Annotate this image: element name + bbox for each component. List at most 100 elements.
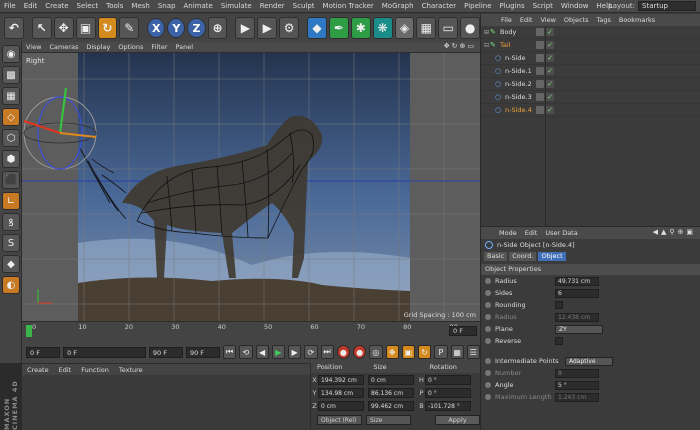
- reverse-checkbox[interactable]: [555, 337, 563, 345]
- point-level-animation-icon[interactable]: ▦: [450, 345, 464, 359]
- planar-workplane-icon[interactable]: ◐: [2, 276, 20, 294]
- menu-animate[interactable]: Animate: [179, 2, 216, 10]
- position-z-field[interactable]: 0 cm: [318, 401, 364, 411]
- scale-key-icon[interactable]: ▣: [401, 345, 415, 359]
- visibility-check-icon[interactable]: ✓: [546, 80, 554, 88]
- polygons-mode-icon[interactable]: ⬛: [2, 171, 20, 189]
- coordinate-system-icon[interactable]: ⊕: [207, 17, 228, 39]
- points-mode-icon[interactable]: ⬡: [2, 129, 20, 147]
- menu-render[interactable]: Render: [256, 2, 289, 10]
- maximum-length-field[interactable]: 1.243 cm: [555, 392, 599, 402]
- snapping-icon[interactable]: S: [2, 234, 20, 252]
- viewport-menu-cameras[interactable]: Cameras: [45, 43, 82, 51]
- attribute-navigation-icons[interactable]: ◀▲⚲⊕▣: [653, 228, 696, 236]
- rotation-b-field[interactable]: -101.728 °: [425, 401, 471, 411]
- subdivision-surface-icon[interactable]: ✱: [350, 17, 371, 39]
- menu-script[interactable]: Script: [529, 2, 557, 10]
- viewport-menu-display[interactable]: Display: [82, 43, 114, 51]
- viewport-navigation-icons[interactable]: ✥↻⊕▭: [444, 42, 476, 50]
- intermediate-points-dropdown[interactable]: Adaptive: [565, 356, 613, 366]
- menu-edit[interactable]: Edit: [20, 2, 42, 10]
- viewport-menu-options[interactable]: Options: [114, 43, 147, 51]
- layer-icon[interactable]: [536, 80, 544, 88]
- parameter-key-icon[interactable]: P: [434, 345, 448, 359]
- plane-dropdown[interactable]: ZY: [555, 324, 603, 334]
- menu-simulate[interactable]: Simulate: [217, 2, 256, 10]
- keyframe-selection-icon[interactable]: ◎: [369, 345, 383, 359]
- animation-dot-icon[interactable]: [485, 290, 491, 296]
- objects-menu-tags[interactable]: Tags: [592, 16, 614, 24]
- menu-sculpt[interactable]: Sculpt: [289, 2, 319, 10]
- previous-frame-icon[interactable]: ◀: [255, 345, 269, 359]
- layout-dropdown[interactable]: Startup: [638, 1, 696, 11]
- material-menu-create[interactable]: Create: [22, 366, 54, 374]
- layer-icon[interactable]: [536, 28, 544, 36]
- menu-mesh[interactable]: Mesh: [127, 2, 153, 10]
- objects-menu-file[interactable]: File: [497, 16, 516, 24]
- visibility-check-icon[interactable]: ✓: [546, 54, 554, 62]
- animation-dot-icon[interactable]: [485, 326, 491, 332]
- animation-dot-icon[interactable]: [485, 314, 491, 320]
- angle-field[interactable]: 5 °: [555, 380, 599, 390]
- timeline-menu-icon[interactable]: ☰: [466, 345, 480, 359]
- sides-field[interactable]: 6: [555, 288, 599, 298]
- menu-create[interactable]: Create: [41, 2, 72, 10]
- objects-menu-objects[interactable]: Objects: [560, 16, 593, 24]
- object-row-nside-2[interactable]: ○ n-Side.2 ✓: [481, 78, 700, 91]
- object-row-nside-4[interactable]: ○ n-Side.4 ✓: [481, 104, 700, 117]
- preview-min-field[interactable]: 0 F: [63, 346, 146, 358]
- attributes-menu-edit[interactable]: Edit: [521, 229, 542, 237]
- preview-max-field[interactable]: 90 F: [148, 346, 183, 358]
- layer-icon[interactable]: [536, 93, 544, 101]
- menu-plugins[interactable]: Plugins: [496, 2, 529, 10]
- object-manager-divider[interactable]: [545, 26, 546, 226]
- record-active-objects-icon[interactable]: ●: [336, 345, 350, 359]
- go-to-start-icon[interactable]: ⏮: [223, 345, 237, 359]
- size-y-field[interactable]: 86.136 cm: [368, 388, 414, 398]
- animation-dot-icon[interactable]: [485, 394, 491, 400]
- render-view-icon[interactable]: ▶: [235, 17, 256, 39]
- layer-icon[interactable]: [536, 67, 544, 75]
- animation-dot-icon[interactable]: [485, 278, 491, 284]
- animation-dot-icon[interactable]: [485, 358, 491, 364]
- menu-tools[interactable]: Tools: [102, 2, 127, 10]
- scale-tool-icon[interactable]: ▣: [75, 17, 96, 39]
- viewport-menu-panel[interactable]: Panel: [172, 43, 198, 51]
- previous-key-icon[interactable]: ⟲: [239, 345, 253, 359]
- visibility-check-icon[interactable]: ✓: [546, 93, 554, 101]
- objects-menu-edit[interactable]: Edit: [516, 16, 537, 24]
- menu-character[interactable]: Character: [418, 2, 461, 10]
- material-menu-edit[interactable]: Edit: [54, 366, 77, 374]
- rotation-h-field[interactable]: 0 °: [425, 375, 471, 385]
- material-menu-function[interactable]: Function: [76, 366, 114, 374]
- workplane-mode-icon[interactable]: ◇: [2, 108, 20, 126]
- animation-dot-icon[interactable]: [485, 370, 491, 376]
- recent-tool-icon[interactable]: ✎: [119, 17, 140, 39]
- rounding-checkbox[interactable]: [555, 301, 563, 309]
- model-mode-icon[interactable]: ▩: [2, 66, 20, 84]
- axis-z-toggle[interactable]: Z: [187, 18, 206, 38]
- visibility-check-icon[interactable]: ✓: [546, 67, 554, 75]
- radius-field[interactable]: 49.731 cm: [555, 276, 599, 286]
- size-x-field[interactable]: 0 cm: [368, 375, 414, 385]
- position-x-field[interactable]: 194.392 cm: [318, 375, 364, 385]
- object-row-body[interactable]: ⊞ ✎ Body ✓: [481, 26, 700, 39]
- viewport-right[interactable]: Right Grid Spacing : 100 cm: [22, 53, 480, 321]
- axis-mode-icon[interactable]: ∟: [2, 192, 20, 210]
- array-generator-icon[interactable]: ❋: [372, 17, 393, 39]
- tab-basic[interactable]: Basic: [484, 252, 508, 261]
- menu-snap[interactable]: Snap: [154, 2, 180, 10]
- apply-button[interactable]: Apply: [435, 415, 481, 425]
- locked-workplane-icon[interactable]: ◆: [2, 255, 20, 273]
- move-tool-icon[interactable]: ✥: [53, 17, 74, 39]
- visibility-check-icon[interactable]: ✓: [546, 106, 554, 114]
- animation-dot-icon[interactable]: [485, 338, 491, 344]
- next-frame-icon[interactable]: ▶: [288, 345, 302, 359]
- object-row-nside-1[interactable]: ○ n-Side.1 ✓: [481, 65, 700, 78]
- visibility-check-icon[interactable]: ✓: [546, 28, 554, 36]
- timeline[interactable]: 0 10 20 30 40 50 60 70 80 90 0 F: [22, 321, 480, 341]
- start-frame-field[interactable]: 0 F: [26, 346, 61, 358]
- play-forward-icon[interactable]: ▶: [271, 345, 285, 359]
- position-y-field[interactable]: 134.98 cm: [318, 388, 364, 398]
- autokeying-icon[interactable]: ●: [353, 345, 367, 359]
